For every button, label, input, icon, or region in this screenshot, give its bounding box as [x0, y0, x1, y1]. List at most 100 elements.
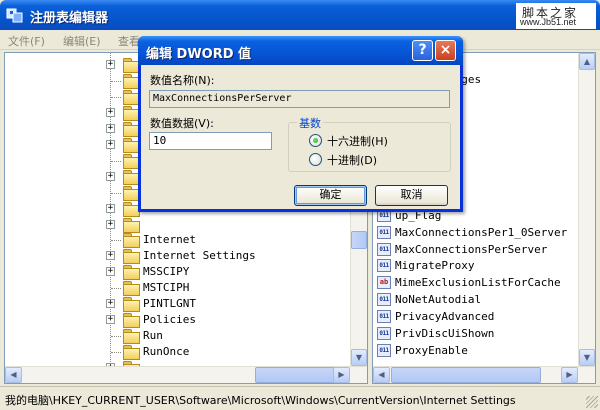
value-row[interactable]: ab MimeExclusionListForCache — [377, 275, 577, 292]
ok-button[interactable]: 确定 — [294, 185, 367, 206]
dialog-title-bar[interactable]: 编辑 DWORD 值 ? × — [138, 36, 463, 65]
tree-node-label: PINTLGNT — [143, 297, 196, 311]
values-horizontal-scrollbar[interactable]: ◀ ▶ — [373, 366, 595, 383]
value-row[interactable]: 011 MaxConnectionsPerServer — [377, 242, 577, 259]
menu-file[interactable]: 文件(F) — [8, 33, 45, 49]
tree-horizontal-scrollbar[interactable]: ◀ ▶ — [5, 366, 367, 383]
reg-string-icon: ab — [377, 276, 391, 290]
scroll-right-arrow-icon[interactable]: ▶ — [333, 367, 350, 383]
expand-toggle-icon[interactable]: + — [106, 203, 115, 213]
menu-edit[interactable]: 编辑(E) — [63, 33, 101, 49]
tree-node-label: RunOnce — [143, 345, 190, 359]
tree-branch-line — [111, 240, 121, 242]
folder-icon — [123, 217, 140, 233]
tree-node[interactable]: + Internet Settings — [5, 248, 350, 265]
window-title: 注册表编辑器 — [30, 11, 109, 26]
reg-binary-icon: 011 — [377, 242, 391, 256]
value-name: ProxyEnable — [395, 344, 468, 358]
tree-node[interactable]: + — [5, 217, 350, 233]
tree-node-label: MSSCIPY — [143, 265, 190, 279]
reg-binary-icon: 011 — [377, 225, 391, 239]
expand-toggle-icon[interactable]: + — [106, 123, 115, 133]
folder-icon — [123, 121, 140, 137]
folder-icon — [123, 345, 140, 361]
tree-node-label: Policies — [143, 313, 196, 327]
value-name: MaxConnectionsPerServer — [395, 242, 548, 256]
scroll-up-arrow-icon[interactable]: ▲ — [579, 53, 595, 70]
reg-binary-icon: 011 — [377, 293, 391, 307]
value-name: PrivacyAdvanced — [395, 310, 495, 324]
dialog-title: 编辑 DWORD 值 — [146, 47, 252, 62]
values-hscroll-thumb[interactable] — [391, 367, 541, 383]
help-button[interactable]: ? — [412, 40, 433, 61]
main-title-bar[interactable]: 注册表编辑器 脚本之家 www.Jb51.net — [0, 0, 600, 30]
value-data-input[interactable]: 10 — [149, 132, 272, 150]
cancel-button[interactable]: 取消 — [375, 185, 448, 206]
tree-branch-line — [111, 160, 121, 162]
expand-toggle-icon[interactable]: + — [106, 171, 115, 181]
value-row[interactable]: 011 PrivDiscUiShown — [377, 326, 577, 343]
folder-icon — [123, 89, 140, 105]
value-data-label: 数值数据(V): — [150, 117, 214, 130]
base-groupbox: 基数 十六进制(H) 十进制(D) — [288, 115, 451, 172]
expand-toggle-icon[interactable]: + — [106, 299, 115, 309]
tree-scroll-thumb[interactable] — [351, 231, 367, 249]
watermark-url: www.Jb51.net — [520, 17, 577, 27]
folder-icon — [123, 137, 140, 153]
tree-node[interactable]: MSTCIPH — [5, 280, 350, 297]
reg-binary-icon: 011 — [377, 259, 391, 273]
scroll-down-arrow-icon[interactable]: ▼ — [351, 349, 367, 366]
tree-node[interactable]: + MSSCIPY — [5, 264, 350, 281]
tree-node[interactable]: Internet — [5, 232, 350, 249]
folder-icon — [123, 58, 140, 73]
tree-node[interactable]: Run — [5, 328, 350, 345]
folder-icon — [123, 73, 140, 89]
value-name-label: 数值名称(N): — [150, 74, 215, 87]
scroll-down-arrow-icon[interactable]: ▼ — [579, 349, 595, 366]
expand-toggle-icon[interactable]: + — [106, 219, 115, 229]
tree-branch-line — [111, 352, 121, 354]
tree-node[interactable]: RunOnce — [5, 344, 350, 361]
site-watermark: 脚本之家 www.Jb51.net — [516, 3, 596, 29]
value-row[interactable]: 011 MaxConnectionsPer1_0Server — [377, 225, 577, 242]
value-name-field[interactable]: MaxConnectionsPerServer — [149, 90, 450, 108]
menu-view[interactable]: 查看 — [118, 33, 140, 49]
value-row[interactable]: 011 PrivacyAdvanced — [377, 309, 577, 326]
radio-hexadecimal-label[interactable]: 十六进制(H) — [327, 133, 388, 149]
folder-icon — [123, 297, 140, 313]
expand-toggle-icon[interactable]: + — [106, 267, 115, 277]
tree-branch-line — [111, 288, 121, 290]
expand-toggle-icon[interactable]: + — [106, 139, 115, 149]
expand-toggle-icon[interactable]: + — [106, 107, 115, 117]
tree-branch-line — [111, 96, 121, 98]
status-bar: 我的电脑\HKEY_CURRENT_USER\Software\Microsof… — [0, 386, 600, 410]
regedit-app-icon — [6, 8, 23, 23]
tree-hscroll-thumb[interactable] — [255, 367, 335, 383]
radio-decimal[interactable] — [309, 153, 322, 166]
tree-node[interactable]: + PINTLGNT — [5, 296, 350, 313]
folder-icon — [123, 313, 140, 329]
value-row[interactable]: 011 NoNetAutodial — [377, 292, 577, 309]
scroll-left-arrow-icon[interactable]: ◀ — [5, 367, 22, 383]
close-button[interactable]: × — [435, 40, 456, 61]
resize-grip-icon[interactable] — [586, 396, 598, 408]
radio-decimal-label[interactable]: 十进制(D) — [327, 152, 377, 168]
value-row[interactable]: 011 MigrateProxy — [377, 258, 577, 275]
edit-dword-dialog: 编辑 DWORD 值 ? × 数值名称(N): MaxConnectionsPe… — [138, 36, 463, 212]
folder-icon — [123, 329, 140, 345]
scroll-left-arrow-icon[interactable]: ◀ — [373, 367, 390, 383]
values-vertical-scrollbar[interactable]: ▲ ▼ — [578, 53, 595, 366]
radio-hexadecimal[interactable] — [309, 134, 322, 147]
expand-toggle-icon[interactable]: + — [106, 251, 115, 261]
tree-node[interactable]: + Policies — [5, 312, 350, 329]
folder-icon — [123, 201, 140, 217]
reg-binary-icon: 011 — [377, 327, 391, 341]
value-row[interactable]: 011 ProxyEnable — [377, 343, 577, 360]
tree-node-label: Internet Settings — [143, 249, 256, 263]
value-name: NoNetAutodial — [395, 293, 482, 307]
status-path: 我的电脑\HKEY_CURRENT_USER\Software\Microsof… — [5, 394, 516, 407]
expand-toggle-icon[interactable]: + — [106, 315, 115, 325]
scroll-right-arrow-icon[interactable]: ▶ — [561, 367, 578, 383]
expand-toggle-icon[interactable]: + — [106, 60, 115, 69]
tree-branch-line — [111, 80, 121, 82]
